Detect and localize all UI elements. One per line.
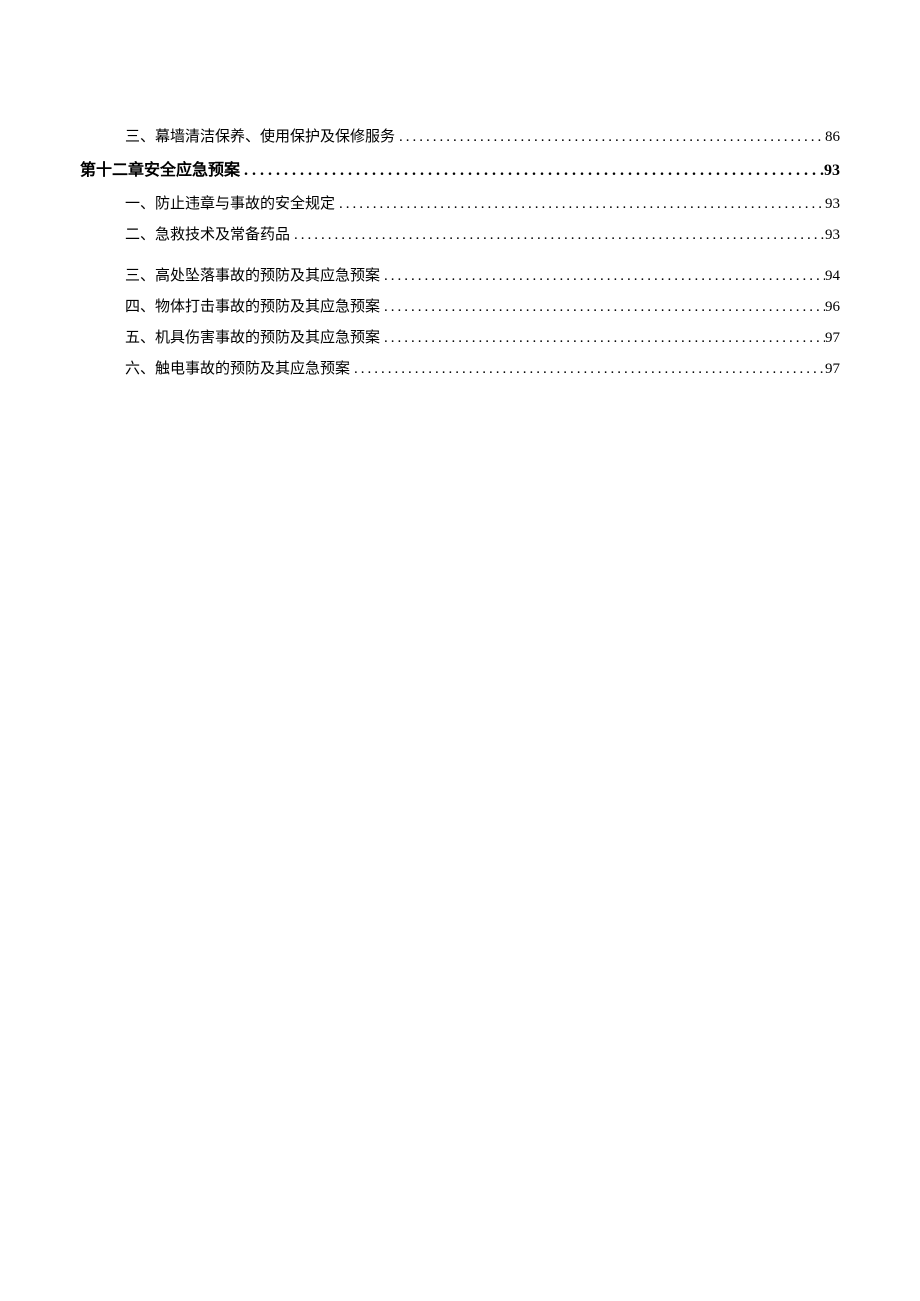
toc-leader-dots [395, 129, 825, 146]
toc-leader-dots [380, 268, 825, 285]
toc-title: 四、物体打击事故的预防及其应急预案 [125, 295, 380, 316]
toc-line: 第十二章安全应急预案 93 [80, 156, 840, 180]
toc-container: 三、幕墙清洁保养、使用保护及保修服务86第十二章安全应急预案93一、防止违章与事… [80, 125, 840, 378]
toc-page-number: 97 [825, 330, 840, 347]
toc-title: 三、高处坠落事故的预防及其应急预案 [125, 264, 380, 285]
toc-page-number: 94 [825, 268, 840, 285]
toc-leader-dots [240, 162, 824, 180]
toc-line: 二、急救技术及常备药品 93 [80, 223, 840, 244]
toc-title: 第十二章安全应急预案 [80, 156, 240, 180]
toc-line: 三、幕墙清洁保养、使用保护及保修服务 86 [80, 125, 840, 146]
toc-leader-dots [380, 330, 825, 347]
toc-page-number: 93 [825, 227, 840, 244]
toc-page-number: 96 [825, 299, 840, 316]
toc-leader-dots [350, 361, 825, 378]
toc-page-number: 97 [825, 361, 840, 378]
toc-page-number: 93 [825, 196, 840, 213]
toc-line: 四、物体打击事故的预防及其应急预案 96 [80, 295, 840, 316]
toc-line: 五、机具伤害事故的预防及其应急预案 97 [80, 326, 840, 347]
toc-title: 二、急救技术及常备药品 [125, 223, 290, 244]
toc-line: 三、高处坠落事故的预防及其应急预案 94 [80, 264, 840, 285]
toc-title: 一、防止违章与事故的安全规定 [125, 192, 335, 213]
toc-line: 一、防止违章与事故的安全规定 93 [80, 192, 840, 213]
toc-page-number: 86 [825, 129, 840, 146]
toc-leader-dots [335, 196, 825, 213]
toc-page-number: 93 [824, 162, 840, 180]
toc-line: 六、触电事故的预防及其应急预案 97 [80, 357, 840, 378]
toc-group-gap [80, 254, 840, 264]
toc-title: 六、触电事故的预防及其应急预案 [125, 357, 350, 378]
toc-title: 五、机具伤害事故的预防及其应急预案 [125, 326, 380, 347]
toc-leader-dots [380, 299, 825, 316]
toc-leader-dots [290, 227, 825, 244]
toc-title: 三、幕墙清洁保养、使用保护及保修服务 [125, 125, 395, 146]
